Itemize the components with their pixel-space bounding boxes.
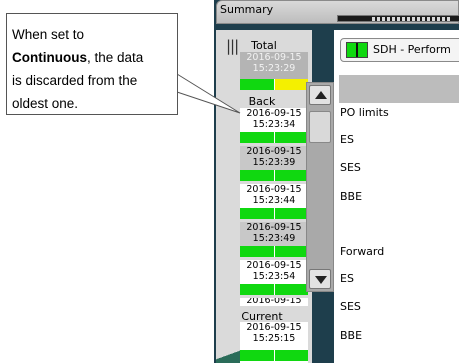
status-bars bbox=[240, 170, 308, 181]
status-ok bbox=[274, 246, 308, 257]
callout-line-3: is discarded from the bbox=[12, 73, 138, 88]
row-forward: Forward bbox=[340, 245, 385, 258]
row-ses: SES bbox=[340, 300, 361, 313]
entry-date: 2016-09-15 bbox=[246, 52, 302, 63]
entry-date: 2016-09-15 bbox=[246, 184, 302, 195]
row-ses: SES bbox=[340, 161, 361, 174]
entry-date: 2016-09-15 bbox=[246, 108, 302, 119]
status-ok bbox=[274, 132, 308, 143]
summary-progress-bar bbox=[337, 15, 459, 22]
entry-time: 15:23:44 bbox=[252, 195, 296, 206]
history-panel: ||| Total 2016-09-15 15:23:29 Back 2016-… bbox=[216, 30, 312, 363]
current-entry[interactable]: 2016-09-15 15:25:15 bbox=[240, 322, 308, 363]
status-ok bbox=[240, 284, 275, 295]
arrow-up-icon[interactable] bbox=[309, 85, 331, 105]
row-po-limits: PO limits bbox=[340, 106, 389, 119]
entry-time: 15:23:29 bbox=[252, 63, 296, 74]
entry-time: 15:23:54 bbox=[252, 271, 296, 282]
status-bars bbox=[240, 284, 308, 295]
callout-bold-word: Continuous bbox=[12, 50, 87, 65]
column-header bbox=[339, 75, 459, 103]
back-entry[interactable]: 2016-09-15 15:23:34 bbox=[240, 108, 308, 143]
callout-line-2: Continuous, the data bbox=[12, 46, 177, 69]
back-entry[interactable]: 2016-09-15 15:23:39 bbox=[240, 146, 308, 181]
back-entry[interactable]: 2016-09-15 15:23:49 bbox=[240, 222, 308, 257]
back-label: Back bbox=[248, 95, 276, 108]
row-bbe: BBE bbox=[340, 329, 363, 342]
device-screen: Summary ||| Total 2016-09-15 15:23:29 Ba… bbox=[214, 0, 459, 363]
status-bars bbox=[240, 246, 308, 257]
progress-dots bbox=[372, 17, 452, 21]
status-ok bbox=[240, 170, 275, 181]
status-ok bbox=[240, 350, 275, 361]
entry-date: 2016-09-15 bbox=[246, 146, 302, 157]
row-bbe: BBE bbox=[340, 190, 363, 203]
status-warning bbox=[274, 79, 308, 90]
entry-date: 2016-09-15 bbox=[246, 322, 302, 333]
corner-accent bbox=[216, 347, 240, 363]
status-bars bbox=[240, 79, 308, 90]
status-bars bbox=[240, 208, 308, 219]
summary-header[interactable]: Summary bbox=[216, 0, 459, 24]
total-entry[interactable]: 2016-09-15 15:23:29 bbox=[240, 52, 308, 90]
entry-date: 2016-09-15 bbox=[246, 260, 302, 271]
entry-time: 15:23:34 bbox=[252, 119, 296, 130]
status-ok bbox=[274, 284, 308, 295]
arrow-down-icon[interactable] bbox=[309, 269, 331, 289]
tab-label: SDH - Perform bbox=[373, 43, 451, 56]
entry-date: 2016-09-15 bbox=[246, 298, 302, 306]
row-es: ES bbox=[340, 133, 354, 146]
entry-time: 15:23:49 bbox=[252, 233, 296, 244]
callout-line-2-rest: , the data bbox=[86, 50, 144, 65]
entry-time: 15:23:39 bbox=[252, 157, 296, 168]
status-ok bbox=[240, 246, 275, 257]
entry-date: 2016-09-15 bbox=[246, 222, 302, 233]
callout-box: When set to Continuous, the data is disc… bbox=[6, 13, 178, 115]
status-ok bbox=[240, 79, 275, 90]
status-swatch bbox=[346, 42, 368, 58]
tab-sdh-performance[interactable]: SDH - Perform bbox=[340, 38, 459, 62]
back-entry[interactable]: 2016-09-15 15:23:44 bbox=[240, 184, 308, 219]
status-ok bbox=[274, 350, 308, 361]
page-title: Summary bbox=[220, 3, 274, 16]
scroll-thumb[interactable] bbox=[309, 111, 331, 143]
status-ok bbox=[274, 208, 308, 219]
status-ok bbox=[274, 170, 308, 181]
callout-line-4: oldest one. bbox=[12, 96, 79, 111]
total-label: Total bbox=[251, 39, 277, 52]
status-bars bbox=[240, 350, 308, 361]
entry-time: 15:25:15 bbox=[252, 333, 296, 344]
status-ok bbox=[240, 132, 275, 143]
status-bars bbox=[240, 132, 308, 143]
back-entry-partial[interactable]: 2016-09-15 bbox=[240, 298, 308, 306]
callout-line-1: When set to bbox=[12, 27, 85, 42]
results-panel: SDH - Perform PO limits ES SES BBE Forwa… bbox=[334, 30, 459, 363]
history-scrollbar[interactable] bbox=[306, 82, 334, 292]
status-ok bbox=[240, 208, 275, 219]
row-es: ES bbox=[340, 272, 354, 285]
back-entry[interactable]: 2016-09-15 15:23:54 bbox=[240, 260, 308, 295]
